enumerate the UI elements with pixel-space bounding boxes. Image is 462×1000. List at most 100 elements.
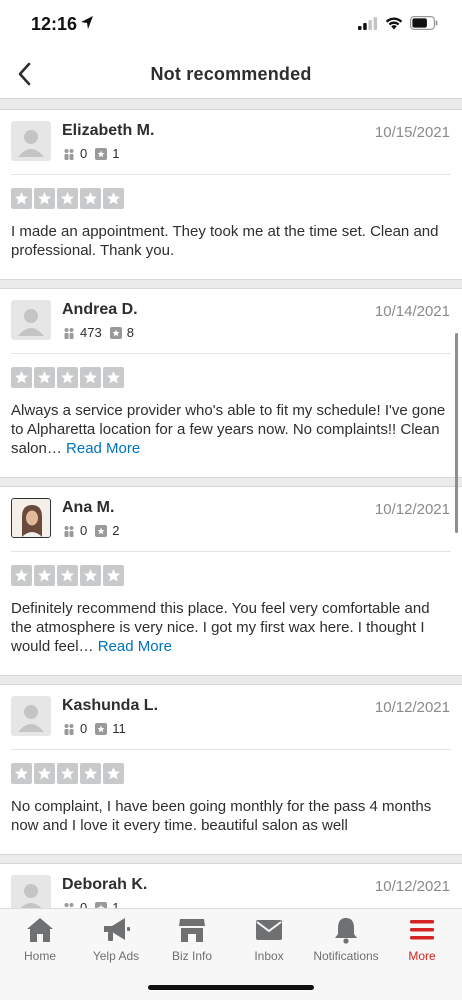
tab-more[interactable]: More: [382, 915, 462, 967]
star-icon: [80, 565, 101, 586]
avatar[interactable]: [11, 498, 51, 538]
profile-photo-icon: [12, 499, 50, 537]
avatar[interactable]: [11, 300, 51, 340]
review-count: 1: [112, 900, 120, 908]
envelope-icon: [255, 915, 283, 945]
review-date: 10/12/2021: [374, 878, 450, 895]
review-body: No complaint, I have been going monthly …: [11, 798, 432, 834]
review-item: Ana M. 10/12/2021 0 2 Definitely recomme…: [0, 487, 462, 675]
star-icon: [11, 565, 32, 586]
nav-bar: Not recommended: [0, 50, 462, 98]
review-count-icon: [95, 524, 108, 537]
tab-inbox[interactable]: Inbox: [229, 915, 309, 967]
review-text: No complaint, I have been going monthly …: [11, 797, 451, 854]
reviewer-stats: 0 11: [63, 721, 134, 736]
star-rating: [11, 750, 451, 797]
friends-icon: [64, 525, 74, 537]
star-rating: [11, 552, 451, 599]
star-icon: [80, 763, 101, 784]
megaphone-icon: [101, 915, 131, 945]
tab-label: Home: [23, 949, 56, 963]
tab-bar: Home Yelp Ads Biz Info Inbox Notificatio…: [0, 908, 462, 1000]
star-icon: [57, 188, 78, 209]
reviewer-stats: 0 2: [63, 523, 127, 538]
review-count: 11: [112, 721, 126, 736]
tab-label: More: [408, 949, 436, 963]
reviewer-name[interactable]: Andrea D.: [62, 301, 138, 319]
star-icon: [103, 367, 124, 388]
review-count: 2: [112, 523, 120, 538]
review-item: Kashunda L. 10/12/2021 0 11 No complaint…: [0, 685, 462, 854]
friends-icon: [64, 327, 74, 339]
wifi-icon: [385, 17, 403, 35]
tab-biz-info[interactable]: Biz Info: [152, 915, 232, 967]
default-user-icon: [18, 309, 44, 336]
reviewer-name[interactable]: Ana M.: [62, 499, 114, 517]
star-icon: [57, 763, 78, 784]
star-icon: [103, 565, 124, 586]
page-title: Not recommended: [150, 64, 312, 84]
review-count-icon: [95, 722, 108, 735]
review-date: 10/14/2021: [374, 303, 450, 320]
review-item: Elizabeth M. 10/15/2021 0 1 I made an ap…: [0, 110, 462, 279]
friends-icon: [64, 723, 74, 735]
star-icon: [103, 188, 124, 209]
friend-count: 473: [80, 325, 102, 340]
tab-label: Yelp Ads: [92, 949, 140, 963]
status-indicators: [358, 16, 438, 35]
section-gap: [0, 98, 462, 110]
review-date: 10/12/2021: [374, 501, 450, 518]
star-icon: [80, 367, 101, 388]
review-text: Definitely recommend this place. You fee…: [11, 599, 451, 675]
review-count-icon: [95, 147, 108, 160]
storefront-icon: [178, 915, 206, 945]
star-icon: [34, 565, 55, 586]
review-body: Definitely recommend this place. You fee…: [11, 600, 430, 655]
default-user-icon: [18, 130, 44, 157]
tab-label: Notifications: [313, 949, 379, 963]
battery-icon: [410, 16, 438, 35]
read-more-link[interactable]: Read More: [66, 440, 140, 457]
default-user-icon: [20, 884, 42, 908]
star-icon: [57, 565, 78, 586]
tab-yelp-ads[interactable]: Yelp Ads: [76, 915, 156, 967]
tab-label: Biz Info: [171, 949, 213, 963]
section-gap: [0, 279, 462, 289]
tab-label: Inbox: [254, 949, 284, 963]
signal-icon: [358, 16, 378, 35]
star-rating: [11, 175, 451, 222]
tab-notifications[interactable]: Notifications: [305, 915, 387, 967]
friend-count: 0: [80, 146, 88, 161]
friend-count: 0: [80, 523, 88, 538]
review-text: Always a service provider who's able to …: [11, 401, 451, 477]
reviewer-stats: 0 1: [63, 900, 127, 908]
section-gap: [0, 675, 462, 685]
star-icon: [34, 367, 55, 388]
status-time: 12:16: [31, 14, 78, 34]
star-rating: [11, 354, 451, 401]
tab-home[interactable]: Home: [0, 915, 80, 967]
reviewer-name[interactable]: Kashunda L.: [62, 697, 158, 715]
avatar[interactable]: [11, 121, 51, 161]
star-icon: [11, 188, 32, 209]
star-icon: [103, 763, 124, 784]
default-user-icon: [18, 705, 44, 732]
reviewer-name[interactable]: Deborah K.: [62, 876, 147, 894]
scrollbar[interactable]: [455, 333, 458, 533]
bell-icon: [333, 915, 359, 945]
avatar[interactable]: [11, 875, 51, 908]
star-icon: [34, 188, 55, 209]
star-icon: [11, 367, 32, 388]
home-indicator[interactable]: [148, 985, 314, 990]
friend-count: 0: [80, 900, 88, 908]
review-feed[interactable]: Elizabeth M. 10/15/2021 0 1 I made an ap…: [0, 98, 462, 908]
friends-icon: [64, 148, 74, 160]
reviewer-name[interactable]: Elizabeth M.: [62, 122, 154, 140]
status-bar: 12:16: [0, 0, 462, 50]
read-more-link[interactable]: Read More: [98, 638, 172, 655]
avatar[interactable]: [11, 696, 51, 736]
review-count-icon: [109, 326, 122, 339]
section-gap: [0, 477, 462, 487]
star-icon: [34, 763, 55, 784]
reviewer-stats: 0 1: [63, 146, 127, 161]
